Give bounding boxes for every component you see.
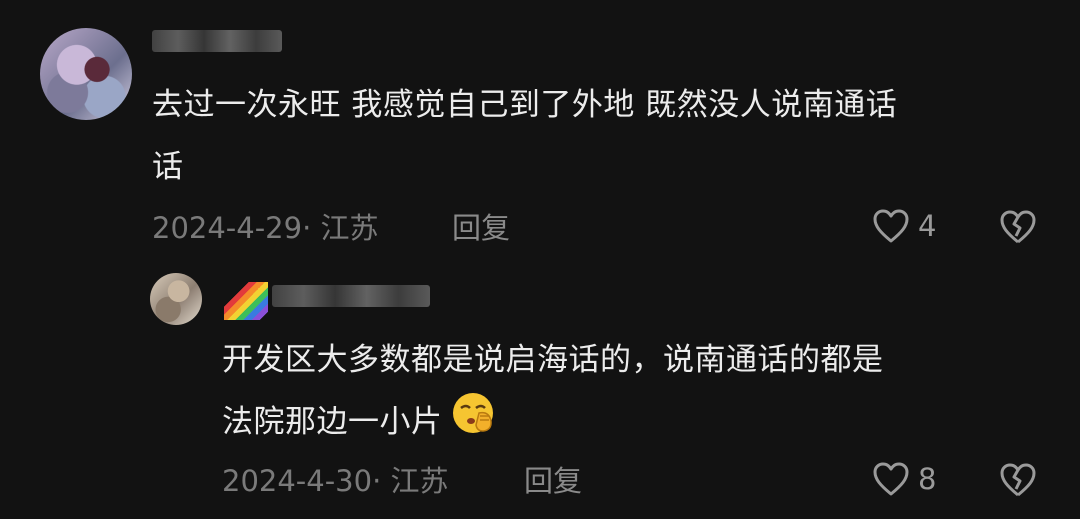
comment-meta: 2024-4-29· 江苏	[152, 211, 379, 245]
like-count: 4	[918, 209, 937, 243]
like-button[interactable]: 4	[872, 208, 936, 244]
reply-button[interactable]: 回复	[452, 208, 510, 248]
username-blurred[interactable]	[272, 285, 430, 307]
comment-location: 江苏	[320, 211, 379, 245]
heart-outline-icon	[873, 209, 909, 243]
like-count: 8	[918, 462, 937, 496]
like-button[interactable]: 8	[872, 461, 936, 497]
broken-heart-icon	[1000, 463, 1036, 497]
comment-text: 开发区大多数都是说启海话的，说南通话的都是 法院那边一小片	[222, 329, 1042, 456]
comment-location: 江苏	[390, 464, 449, 498]
username-blurred[interactable]	[152, 30, 282, 52]
comment-date: 2024-4-29	[152, 211, 303, 245]
dislike-button[interactable]	[998, 209, 1038, 245]
heart-outline-icon	[873, 462, 909, 496]
comment-meta: 2024-4-30· 江苏	[222, 464, 449, 498]
broken-heart-icon	[1000, 210, 1036, 244]
avatar[interactable]	[40, 28, 132, 120]
comment-text: 去过一次永旺 我感觉自己到了外地 既然没人说南通话 话	[152, 87, 898, 185]
dislike-button[interactable]	[998, 462, 1038, 498]
user-badge	[224, 282, 268, 320]
comment-date: 2024-4-30	[222, 464, 373, 498]
reply-button[interactable]: 回复	[524, 461, 582, 501]
shushing-face-emoji	[451, 391, 497, 456]
avatar[interactable]	[150, 273, 202, 325]
